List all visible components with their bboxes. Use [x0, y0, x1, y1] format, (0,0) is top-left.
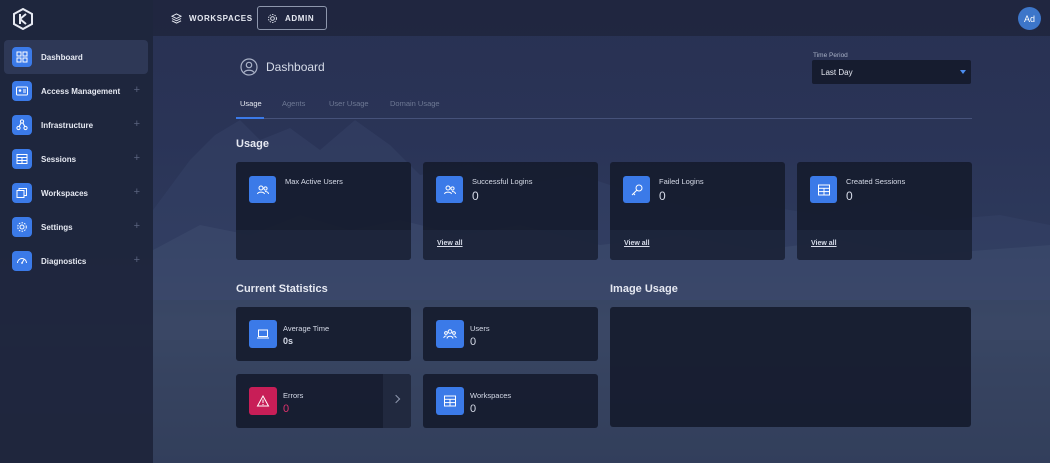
stat-value: 0	[470, 336, 477, 348]
card-label: Created Sessions	[846, 177, 906, 186]
usage-section-title: Usage	[236, 138, 270, 150]
stat-value: 0	[283, 403, 290, 415]
gauge-icon	[12, 251, 32, 271]
expand-icon[interactable]: +	[134, 221, 140, 232]
tab-user-usage[interactable]: User Usage	[329, 99, 369, 108]
top-bar: WORKSPACES ADMIN Ad	[153, 0, 1050, 36]
expand-icon[interactable]: +	[134, 119, 140, 130]
card-label: Max Active Users	[285, 177, 343, 186]
grid-icon	[12, 47, 32, 67]
dashboard-tabs: Usage Agents User Usage Domain Usage	[236, 96, 972, 119]
time-period-select[interactable]: Last Day	[812, 60, 971, 84]
page-title: Dashboard	[266, 60, 325, 74]
page-header: Dashboard	[240, 58, 325, 76]
user-avatar[interactable]: Ad	[1018, 7, 1041, 30]
time-period-label: Time Period	[813, 52, 848, 59]
users-icon	[436, 176, 463, 203]
workspaces-card: Workspaces 0	[423, 374, 598, 428]
sidebar-item-sessions[interactable]: Sessions +	[4, 142, 148, 176]
expand-icon[interactable]: +	[134, 85, 140, 96]
sidebar-item-diagnostics[interactable]: Diagnostics +	[4, 244, 148, 278]
table-icon	[12, 149, 32, 169]
user-circle-icon	[240, 58, 258, 76]
gear-icon	[268, 13, 277, 23]
laptop-icon	[249, 320, 277, 348]
sidebar-item-access-management[interactable]: Access Management +	[4, 74, 148, 108]
users-card: Users 0	[423, 307, 598, 361]
card-value: 0	[846, 189, 853, 203]
key-icon	[623, 176, 650, 203]
card-value: 0	[472, 189, 479, 203]
tab-domain-usage[interactable]: Domain Usage	[390, 99, 440, 108]
workspaces-button[interactable]: WORKSPACES	[171, 6, 253, 30]
sidebar-item-label: Diagnostics	[41, 256, 87, 266]
time-period-value: Last Day	[821, 68, 853, 77]
main-content: Dashboard Time Period Last Day Usage Age…	[153, 36, 1050, 463]
expand-icon[interactable]: +	[134, 187, 140, 198]
sidebar-item-workspaces[interactable]: Workspaces +	[4, 176, 148, 210]
created-sessions-card: Created Sessions 0 View all	[797, 162, 972, 260]
card-label: Successful Logins	[472, 177, 533, 186]
app-logo[interactable]	[12, 7, 34, 31]
view-all-link[interactable]: View all	[437, 240, 463, 247]
sidebar-item-label: Workspaces	[41, 188, 88, 198]
current-statistics-title: Current Statistics	[236, 283, 328, 295]
stat-label: Errors	[283, 391, 304, 400]
tab-usage[interactable]: Usage	[240, 99, 262, 108]
stat-label: Workspaces	[470, 391, 512, 400]
admin-label: ADMIN	[285, 13, 315, 23]
sidebar-item-infrastructure[interactable]: Infrastructure +	[4, 108, 148, 142]
tab-agents[interactable]: Agents	[282, 99, 305, 108]
id-card-icon	[12, 81, 32, 101]
stat-value: 0	[470, 403, 477, 415]
average-time-card: Average Time 0s	[236, 307, 411, 361]
table-icon	[436, 387, 464, 415]
expand-icon[interactable]: +	[134, 255, 140, 266]
network-icon	[12, 115, 32, 135]
table-icon	[810, 176, 837, 203]
failed-logins-card: Failed Logins 0 View all	[610, 162, 785, 260]
card-label: Failed Logins	[659, 177, 704, 186]
sidebar: Dashboard Access Management + Infrastruc…	[0, 0, 153, 463]
group-icon	[436, 320, 464, 348]
sidebar-item-label: Settings	[41, 222, 73, 232]
stat-value: 0s	[283, 336, 294, 346]
errors-expand-button[interactable]	[383, 374, 411, 428]
chevron-right-icon	[391, 394, 401, 404]
layers-icon	[12, 183, 32, 203]
users-icon	[249, 176, 276, 203]
admin-button[interactable]: ADMIN	[257, 6, 327, 30]
stat-label: Users	[470, 324, 490, 333]
errors-card[interactable]: Errors 0	[236, 374, 411, 428]
card-value: 0	[659, 189, 666, 203]
workspaces-label: WORKSPACES	[189, 13, 253, 23]
successful-logins-card: Successful Logins 0 View all	[423, 162, 598, 260]
sidebar-item-label: Infrastructure	[41, 120, 94, 130]
sidebar-item-label: Access Management	[41, 86, 121, 96]
image-usage-panel	[610, 307, 971, 427]
active-tab-indicator	[236, 117, 264, 119]
layers-icon	[171, 12, 182, 24]
image-usage-title: Image Usage	[610, 283, 678, 295]
max-active-users-card: Max Active Users	[236, 162, 411, 260]
view-all-link[interactable]: View all	[624, 240, 650, 247]
view-all-link[interactable]: View all	[811, 240, 837, 247]
sidebar-item-dashboard[interactable]: Dashboard	[4, 40, 148, 74]
gear-icon	[12, 217, 32, 237]
sidebar-item-settings[interactable]: Settings +	[4, 210, 148, 244]
sidebar-item-label: Sessions	[41, 154, 77, 164]
sidebar-item-label: Dashboard	[41, 52, 83, 62]
expand-icon[interactable]: +	[134, 153, 140, 164]
sidebar-nav: Dashboard Access Management + Infrastruc…	[4, 40, 148, 278]
stat-label: Average Time	[283, 324, 330, 333]
warning-icon	[249, 387, 277, 415]
caret-down-icon	[960, 70, 966, 74]
